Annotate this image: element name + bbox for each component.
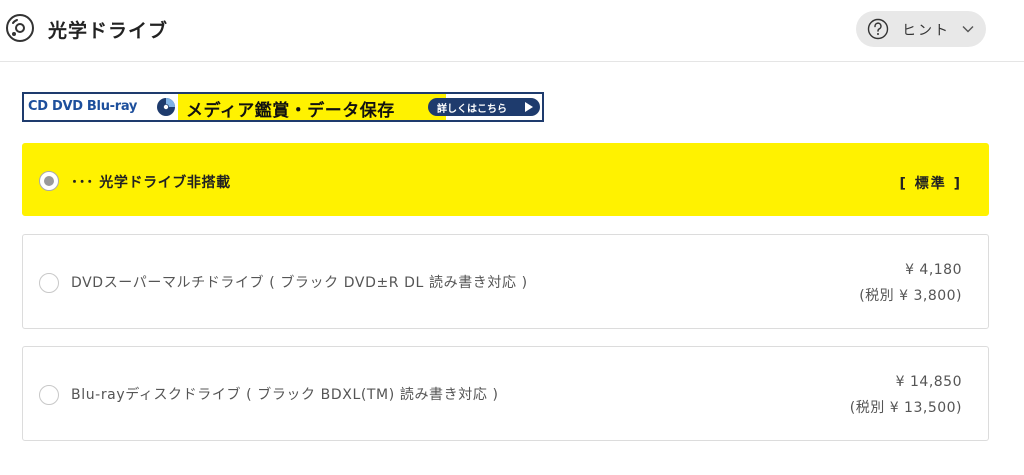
option-price-tax: (税別 ¥ 3,800) [859,288,962,304]
banner-details-button[interactable]: 詳しくはこちら [428,98,540,116]
option-price-tax: (税別 ¥ 13,500) [849,400,962,416]
hint-button[interactable]: ヒント [856,11,986,47]
radio-button[interactable] [39,273,59,293]
chevron-down-icon [962,26,974,33]
media-banner[interactable]: CD DVD Blu-ray メディア鑑賞・データ保存 詳しくはこちら [22,92,544,122]
cd-icon [157,98,175,116]
radio-button-selected[interactable] [39,171,59,191]
hint-label: ヒント [902,23,950,39]
radio-button[interactable] [39,385,59,405]
section-header: 光学ドライブ ヒント [0,0,1024,62]
page-title: 光学ドライブ [48,20,169,42]
radio-dot [44,176,54,186]
option-label: ･･･ 光学ドライブ非搭載 [71,175,231,191]
option-label: Blu-rayディスクドライブ ( ブラック BDXL(TM) 読み書き対応 ) [71,387,499,403]
option-no-drive[interactable]: ･･･ 光学ドライブ非搭載 [ 標準 ] [22,143,989,216]
option-price: ¥ 4,180 [905,262,962,278]
question-circle-icon [867,18,889,40]
banner-details-label: 詳しくはこちら [437,104,507,115]
option-label: DVDスーパーマルチドライブ ( ブラック DVD±R DL 読み書き対応 ) [71,275,528,291]
banner-media-types: CD DVD Blu-ray [28,99,138,114]
disc-icon [6,14,34,42]
option-price: ¥ 14,850 [895,374,962,390]
option-bluray-drive[interactable]: Blu-rayディスクドライブ ( ブラック BDXL(TM) 読み書き対応 )… [22,346,989,441]
standard-badge: [ 標準 ] [899,176,962,192]
banner-headline: メディア鑑賞・データ保存 [186,101,395,121]
play-arrow-icon [525,102,533,112]
banner-highlight: メディア鑑賞・データ保存 [178,94,446,120]
option-dvd-drive[interactable]: DVDスーパーマルチドライブ ( ブラック DVD±R DL 読み書き対応 ) … [22,234,989,329]
